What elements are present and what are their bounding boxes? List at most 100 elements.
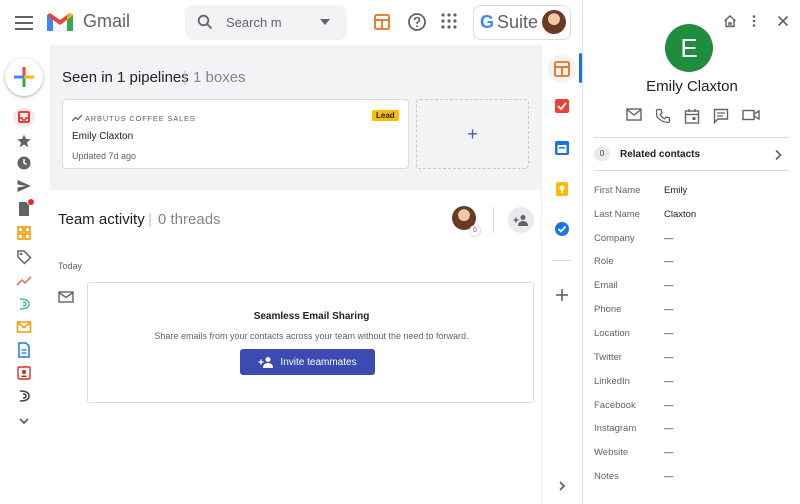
chevron-right-icon[interactable] (554, 478, 570, 494)
search-options-caret-icon[interactable] (320, 19, 330, 25)
box-card[interactable]: ARBUTUS COFFEE SALES Lead Emily Claxton … (62, 99, 409, 169)
field-label-email: Email (594, 280, 618, 291)
keep-icon[interactable] (554, 181, 570, 197)
streak-logo-icon[interactable] (16, 296, 32, 312)
streak-icon (554, 61, 570, 77)
contact-name: Emily Claxton (646, 78, 738, 95)
check-icon[interactable] (554, 221, 570, 237)
field-value-twitter[interactable]: — (664, 352, 674, 363)
send-icon[interactable] (16, 178, 32, 194)
help-icon[interactable] (407, 12, 427, 32)
calendar-event-icon[interactable] (684, 108, 700, 124)
box-updated: Updated 7d ago (72, 151, 137, 161)
stage-badge[interactable]: Lead (372, 110, 399, 121)
gmail-logo-icon[interactable] (45, 11, 75, 33)
field-value-email[interactable]: — (664, 280, 674, 291)
contact-panel: E Emily Claxton 0 Related contacts First… (582, 0, 800, 504)
field-label-phone: Phone (594, 304, 622, 315)
streak-icon[interactable] (373, 13, 391, 31)
field-label-role: Role (594, 256, 614, 267)
field-value-company[interactable]: — (664, 233, 674, 244)
add-person-icon (258, 357, 274, 368)
more-vertical-icon[interactable] (751, 14, 757, 28)
comment-icon[interactable] (713, 108, 729, 124)
draft-badge (28, 199, 34, 205)
streak-grid-icon[interactable] (16, 225, 32, 241)
compose-button[interactable] (5, 58, 43, 96)
team-activity-title: Team activity (58, 211, 145, 228)
invite-teammates-button[interactable]: Invite teammates (240, 349, 375, 375)
streak-logo-icon-2[interactable] (16, 388, 32, 404)
field-label-notes: Notes (594, 471, 619, 482)
mail-icon[interactable] (16, 319, 32, 335)
box-name[interactable]: Emily Claxton (72, 131, 133, 142)
home-icon[interactable] (723, 14, 737, 28)
field-value-instagram[interactable]: — (664, 423, 674, 434)
streak-addon-button[interactable] (548, 55, 576, 83)
field-label-instagram: Instagram (594, 423, 637, 434)
avatar[interactable] (542, 10, 566, 34)
related-count-badge: 0 (594, 147, 610, 161)
add-box-button[interactable]: + (416, 99, 529, 169)
document-icon[interactable] (16, 342, 32, 358)
today-label: Today (58, 261, 83, 271)
email-sharing-card: Seamless Email Sharing Share emails from… (87, 282, 534, 403)
field-value-role[interactable]: — (664, 256, 674, 267)
card-title: Seamless Email Sharing (253, 311, 370, 322)
field-value-facebook[interactable]: — (664, 400, 674, 411)
pipeline-trend-icon (72, 114, 82, 122)
field-value-notes[interactable]: — (664, 471, 674, 482)
field-value-linkedin[interactable]: — (664, 376, 674, 387)
tag-icon[interactable] (16, 249, 32, 265)
inbox-icon[interactable] (13, 108, 35, 126)
field-label-twitter: Twitter (594, 352, 622, 363)
field-label-facebook: Facebook (594, 400, 636, 411)
title-separator: | (148, 211, 152, 228)
account-button[interactable]: G Suite (473, 5, 571, 40)
email-icon[interactable] (626, 108, 642, 121)
add-teammate-button[interactable] (508, 207, 534, 233)
field-value-phone[interactable]: — (664, 304, 674, 315)
contact-card-icon[interactable] (16, 365, 32, 381)
main-menu-button[interactable] (10, 12, 38, 34)
clock-icon[interactable] (16, 155, 32, 171)
app-name: Gmail (83, 11, 131, 31)
divider (493, 207, 494, 233)
threads-count: 0 threads (158, 211, 221, 228)
pipeline-name: ARBUTUS COFFEE SALES (85, 114, 196, 123)
plus-icon[interactable] (554, 287, 570, 303)
field-label-company: Company (594, 233, 635, 244)
phone-icon[interactable] (655, 108, 671, 124)
field-value-website[interactable]: — (664, 447, 674, 458)
tasks-icon[interactable] (554, 98, 570, 114)
calendar-icon[interactable] (554, 140, 570, 156)
contact-avatar: E (665, 24, 713, 72)
card-description: Share emails from your contacts across y… (154, 331, 469, 341)
related-contacts-row[interactable]: 0 Related contacts (594, 137, 789, 171)
plus-color-icon (14, 67, 34, 87)
left-rail (0, 45, 50, 504)
field-value-last-name[interactable]: Claxton (664, 209, 696, 220)
gsuite-logo: G (480, 12, 495, 32)
add-people-icon (513, 215, 528, 226)
search-bar[interactable]: Search m (185, 5, 347, 40)
trend-icon[interactable] (16, 273, 32, 289)
apps-grid-icon[interactable] (441, 13, 457, 29)
avatar-count-badge: 0 (469, 225, 481, 237)
star-icon[interactable] (16, 133, 32, 149)
field-label-website: Website (594, 447, 629, 458)
draft-icon[interactable] (16, 199, 34, 217)
contact-actions (583, 108, 800, 126)
chevron-down-icon[interactable] (16, 413, 32, 429)
field-value-first-name[interactable]: Emily (664, 185, 687, 196)
invite-button-label: Invite teammates (280, 356, 357, 368)
field-label-linkedin: LinkedIn (594, 376, 630, 387)
divider (552, 260, 572, 261)
video-call-icon[interactable] (742, 108, 760, 122)
field-label-last-name: Last Name (594, 209, 640, 220)
search-icon[interactable] (197, 14, 213, 30)
search-input[interactable]: Search m (226, 15, 282, 30)
field-value-location[interactable]: — (664, 328, 674, 339)
field-label-location: Location (594, 328, 630, 339)
close-icon[interactable] (776, 14, 790, 28)
